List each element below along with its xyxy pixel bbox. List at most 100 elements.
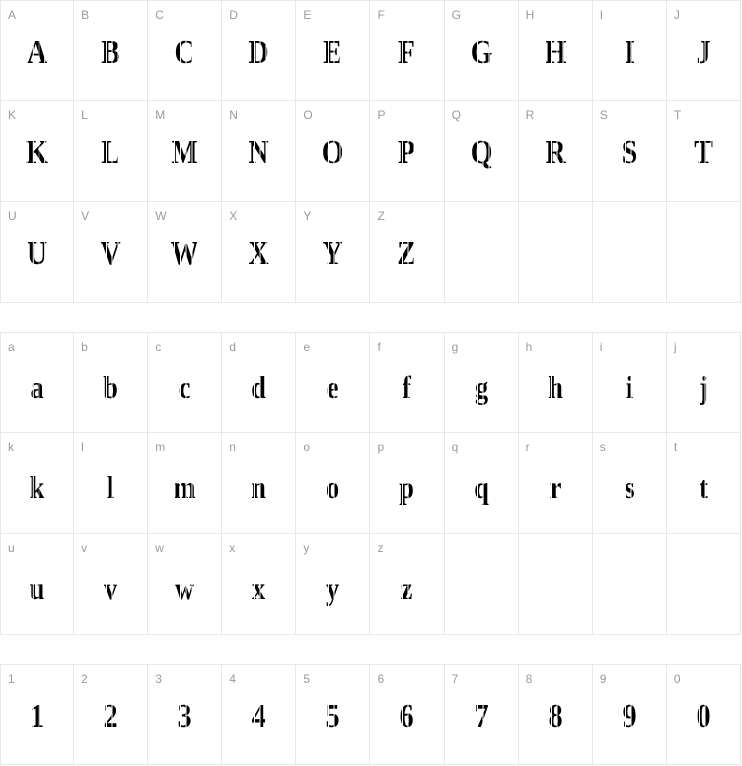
glyph-sample: h (525, 367, 585, 407)
glyph-label: k (8, 440, 14, 454)
glyph-sample: I (599, 33, 659, 73)
glyph-cell: 00 (666, 664, 741, 765)
glyph-cell: 44 (222, 664, 297, 765)
glyph-label: h (525, 340, 533, 354)
glyph-label: 9 (599, 672, 607, 686)
glyph-label: T (673, 108, 682, 122)
glyph-cell: RR (518, 101, 593, 202)
glyph-label: u (8, 541, 15, 555)
glyph-cell: GG (444, 0, 519, 101)
glyph-label: w (155, 541, 164, 555)
glyph-label: 3 (155, 672, 162, 686)
glyph-label: t (673, 440, 678, 454)
glyph-sample: N (229, 133, 289, 173)
glyph-sample: 1 (7, 697, 66, 737)
glyph-label: f (377, 340, 381, 354)
glyph-label: e (303, 340, 311, 354)
glyph-label: n (229, 440, 236, 454)
glyph-sample: u (7, 568, 66, 608)
glyph-label: v (81, 541, 88, 555)
glyph-cell: zz (370, 534, 445, 635)
glyph-sample: A (7, 33, 66, 73)
glyph-cell: jj (666, 332, 741, 433)
glyph-label: G (451, 8, 461, 22)
glyph-label: x (229, 541, 236, 555)
glyph-label: X (229, 209, 238, 223)
glyph-cell: YY (296, 202, 371, 303)
glyph-sample: L (81, 133, 141, 173)
glyph-label: E (303, 8, 312, 22)
glyph-cell: UU (0, 202, 75, 303)
glyph-cell: 22 (74, 664, 149, 765)
glyph-cell: 88 (518, 664, 593, 765)
glyph-sample: 2 (81, 697, 141, 737)
glyph-cell: bb (74, 332, 149, 433)
glyph-sample: 4 (229, 697, 289, 737)
glyph-sample: P (377, 133, 437, 173)
uppercase-glyph-grid: AABBCCDDEEFFGGHHIIJJKKLLMMNNOOPPQQRRSSTT… (0, 0, 742, 303)
glyph-cell: PP (370, 101, 445, 202)
glyph-sample: R (525, 133, 585, 173)
glyph-cell: JJ (666, 0, 741, 101)
glyph-cell: 55 (296, 664, 371, 765)
glyph-label: p (377, 440, 385, 454)
glyph-cell: oo (296, 433, 371, 534)
glyph-label: W (155, 209, 167, 223)
glyph-sample: V (81, 234, 141, 274)
glyph-sample: f (377, 367, 437, 407)
glyph-cell: CC (148, 0, 223, 101)
glyph-cell: ww (148, 534, 223, 635)
glyph-cell: 77 (444, 664, 519, 765)
glyph-sample: 6 (377, 697, 437, 737)
glyph-cell: TT (666, 101, 741, 202)
glyph-sample: v (81, 568, 141, 608)
glyph-sample: n (229, 467, 289, 507)
glyph-sample: Z (377, 234, 437, 274)
glyph-label: 6 (377, 672, 385, 686)
glyph-cell: 66 (370, 664, 445, 765)
glyph-cell: VV (74, 202, 149, 303)
glyph-cell: HH (518, 0, 593, 101)
glyph-sample: T (673, 133, 733, 173)
glyph-label: B (81, 8, 90, 22)
glyph-label: 7 (451, 672, 459, 686)
glyph-sample: C (155, 33, 215, 73)
glyph-label: L (81, 108, 88, 122)
glyph-sample: b (81, 367, 141, 407)
glyph-sample: S (599, 133, 659, 173)
glyph-cell: EE (296, 0, 371, 101)
glyph-sample: l (81, 467, 141, 507)
glyph-cell: II (592, 0, 667, 101)
glyph-cell: 33 (148, 664, 223, 765)
glyph-cell: rr (518, 433, 593, 534)
glyph-sample: D (229, 33, 289, 73)
glyph-label: H (525, 8, 535, 22)
glyph-sample: w (155, 568, 215, 608)
glyph-cell: kk (0, 433, 75, 534)
glyph-sample: m (155, 467, 215, 507)
glyph-sample: O (303, 133, 363, 173)
glyph-label: D (229, 8, 238, 22)
glyph-label: 4 (229, 672, 236, 686)
glyph-sample: k (7, 467, 66, 507)
glyph-sample: G (451, 33, 511, 73)
glyph-label: S (599, 108, 608, 122)
glyph-sample: i (599, 367, 659, 407)
glyph-sample: z (377, 568, 437, 608)
glyph-label: J (673, 8, 680, 22)
glyph-cell: KK (0, 101, 75, 202)
glyph-cell: 11 (0, 664, 75, 765)
glyph-label: c (155, 340, 162, 354)
glyph-sample: 9 (599, 697, 659, 737)
glyph-label: j (673, 340, 677, 354)
glyph-sample: p (377, 467, 437, 507)
glyph-cell: ss (592, 433, 667, 534)
glyph-sample: q (451, 467, 511, 507)
glyph-sample: F (377, 33, 437, 73)
glyph-label: Y (303, 209, 312, 223)
glyph-sample: B (81, 33, 141, 73)
glyph-sample: 8 (525, 697, 585, 737)
glyph-label: 2 (81, 672, 88, 686)
glyph-cell: OO (296, 101, 371, 202)
glyph-sample: t (673, 467, 733, 507)
